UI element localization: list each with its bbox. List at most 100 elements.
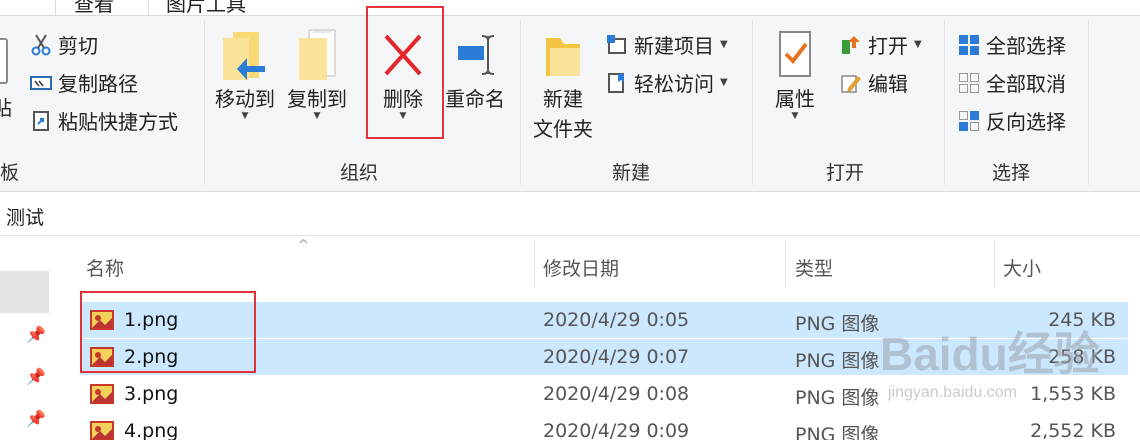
watermark-url: jingyan.baidu.com [888,384,1017,401]
file-type: PNG 图像 [795,313,880,335]
copy-path-icon [30,72,52,94]
png-file-icon [90,421,114,440]
copy-path-label: 复制路径 [58,72,138,96]
select-group-label: 选择 [992,162,1031,184]
chevron-down-icon: ▼ [720,77,728,88]
paste-shortcut-icon [30,110,52,132]
easy-access-icon [606,72,628,94]
copy-path-button[interactable]: 复制路径 [30,68,138,97]
navigation-pane: 📌 📌 📌 [0,237,55,440]
group-separator [204,20,205,185]
group-separator [752,20,753,185]
tab-separator [55,0,56,15]
scissors-icon [30,33,52,56]
column-header-size[interactable]: 大小 [1003,254,1041,281]
chevron-down-icon: ▼ [313,111,321,121]
open-group-label: 打开 [826,162,865,184]
chevron-down-icon: ▼ [720,39,728,50]
folder-icon [546,38,580,76]
properties-label: 属性 [775,87,815,111]
column-separator[interactable] [534,240,535,288]
open-icon [840,34,862,56]
move-to-icon [223,32,265,80]
easy-access-label: 轻松访问 [634,72,714,96]
rename-label: 重命名 [445,87,505,111]
copy-to-label: 复制到 [287,87,347,111]
file-name: 3.png [124,383,179,405]
address-bar[interactable]: 测试 [0,193,1140,236]
new-group-label: 新建 [612,162,651,184]
move-to-label: 移动到 [215,87,275,111]
easy-access-button[interactable]: 轻松访问 ▼ [606,68,728,97]
pin-icon[interactable]: 📌 [26,325,46,344]
invert-selection-button[interactable]: 反向选择 [958,106,1066,135]
copy-to-button[interactable]: 复制到 ▼ [284,28,350,121]
file-type: PNG 图像 [795,424,880,440]
organize-group-label: 组织 [340,162,379,184]
new-folder-label-1: 新建 [543,87,583,111]
file-name: 4.png [124,420,179,440]
chevron-down-icon: ▼ [791,111,799,121]
file-date: 2020/4/29 0:05 [543,309,690,331]
edit-button[interactable]: 编辑 [840,68,908,97]
tab-view[interactable]: 查看 [74,0,114,15]
cut-button[interactable]: 剪切 [30,30,98,59]
chevron-down-icon: ▼ [914,39,922,50]
pin-icon[interactable]: 📌 [26,409,46,428]
paste-label: 贴 [0,96,12,120]
ribbon: 查看 图片工具 贴 剪切 复制路径 粘贴快捷方式 板 移动到 ▼ 复制到 ▼ 删… [0,0,1140,192]
group-separator [520,20,521,185]
new-item-label: 新建项目 [634,34,714,58]
select-all-icon [958,34,980,56]
paste-icon [0,38,8,84]
file-date: 2020/4/29 0:07 [543,346,690,368]
select-none-button[interactable]: 全部取消 [958,68,1066,97]
ribbon-tab-strip: 查看 图片工具 [0,0,1140,16]
sort-ascending-icon: ^ [298,238,309,253]
chevron-down-icon: ▼ [241,111,249,121]
column-separator[interactable] [994,240,995,288]
select-all-button[interactable]: 全部选择 [958,30,1066,59]
rename-icon [458,35,495,75]
file-type: PNG 图像 [795,350,880,372]
column-header-date[interactable]: 修改日期 [543,254,619,281]
open-label: 打开 [868,34,908,58]
file-type: PNG 图像 [795,387,880,409]
new-item-button[interactable]: 新建项目 ▼ [606,30,728,59]
current-folder-name: 测试 [6,207,45,229]
tab-picture-tools[interactable]: 图片工具 [166,0,246,15]
file-size: 2,552 KB [1030,420,1116,440]
group-separator [944,20,945,185]
invert-selection-label: 反向选择 [986,110,1066,134]
png-file-icon [90,384,114,404]
paste-shortcut-button[interactable]: 粘贴快捷方式 [30,106,178,135]
group-separator [1088,20,1089,185]
copy-to-icon [299,29,336,80]
column-header-type[interactable]: 类型 [795,254,833,281]
select-none-label: 全部取消 [986,72,1066,96]
select-none-icon [958,72,980,94]
selection-highlight-box [80,291,256,373]
paste-shortcut-label: 粘贴快捷方式 [58,110,178,134]
edit-label: 编辑 [868,72,908,96]
new-folder-label-2: 文件夹 [533,117,593,141]
pin-icon[interactable]: 📌 [26,367,46,386]
select-all-label: 全部选择 [986,34,1066,58]
cut-label: 剪切 [58,34,98,58]
file-date: 2020/4/29 0:09 [543,420,690,440]
watermark-brand: Baidu经验 [880,328,1100,380]
invert-selection-icon [958,110,980,132]
properties-button[interactable]: 属性 ▼ [762,28,828,121]
properties-icon [779,31,811,77]
move-to-button[interactable]: 移动到 ▼ [212,28,278,121]
highlight-box [366,6,444,139]
edit-pencil-icon [840,72,862,94]
nav-selected-item[interactable] [0,271,49,313]
new-item-icon [606,34,628,56]
rename-button[interactable]: 重命名 [440,28,510,111]
new-folder-button[interactable]: 新建 文件夹 [528,28,598,141]
open-button[interactable]: 打开 ▼ [840,30,922,59]
column-separator[interactable] [785,240,786,288]
clipboard-group-label: 板 [0,162,20,184]
column-header-name[interactable]: 名称 [86,254,124,281]
